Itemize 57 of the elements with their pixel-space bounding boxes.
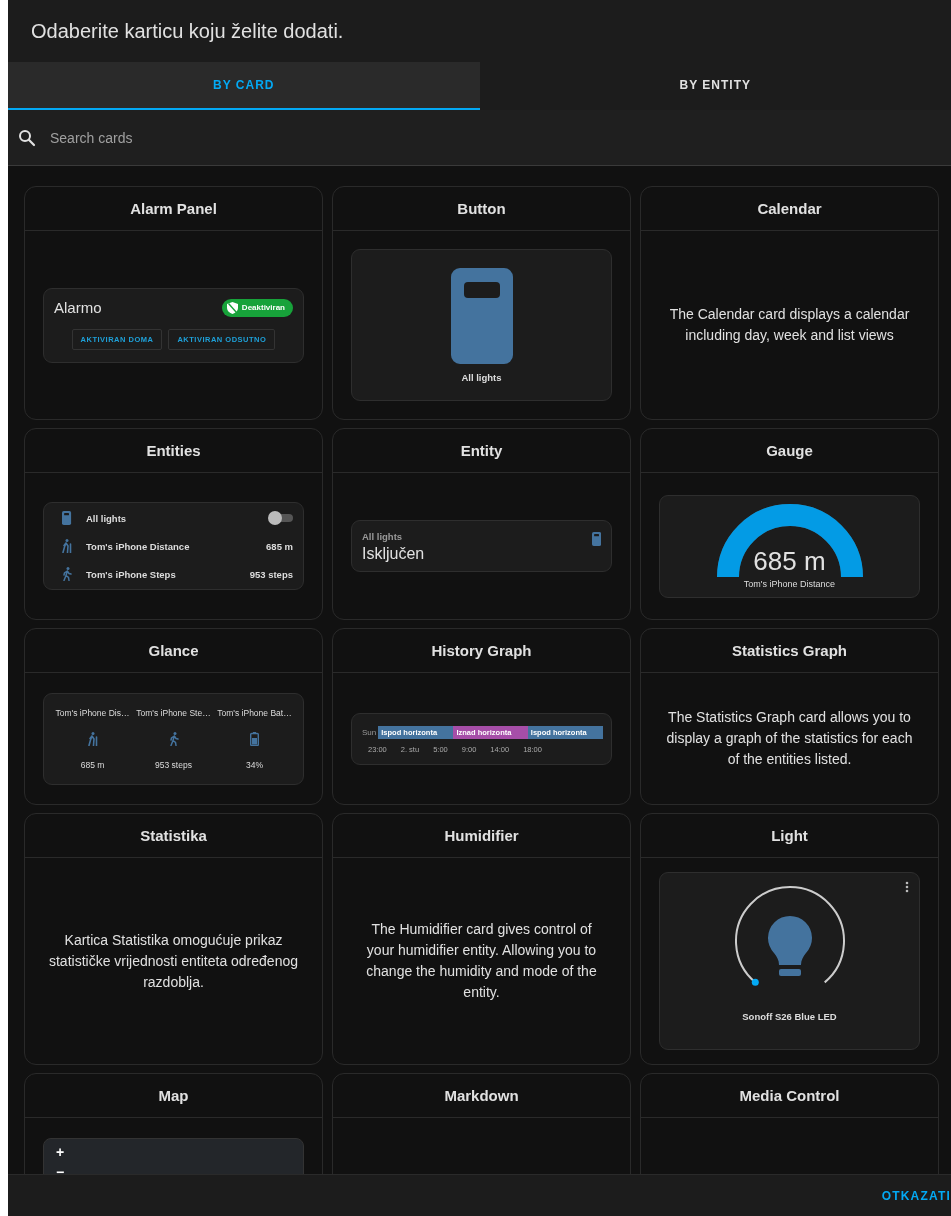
- entity-value: 953 steps: [249, 568, 293, 580]
- glance-value: 685 m: [80, 759, 105, 770]
- row-label: Sun: [362, 727, 377, 737]
- hiker-icon: [61, 539, 73, 553]
- gauge-label: Tom's iPhone Distance: [743, 578, 836, 589]
- glance-name: Tom's iPhone Bat…: [217, 707, 292, 718]
- glance-value: 953 steps: [155, 759, 192, 770]
- card-title: Light: [771, 827, 808, 844]
- switch-icon: [591, 532, 601, 546]
- card-title: Button: [457, 200, 506, 217]
- card-title: Alarm Panel: [130, 200, 217, 217]
- card-description: The Humidifier card gives control of your humidifier entity. Allowing you to change the humidity and mode of the entity.: [365, 920, 598, 1002]
- switch-icon: [62, 511, 72, 525]
- battery-icon: [250, 731, 259, 746]
- status-badge: Deaktiviran: [221, 298, 293, 317]
- card-title: Statistics Graph: [731, 642, 847, 659]
- zoom-out-button[interactable]: −: [50, 1163, 70, 1174]
- gauge-value: 685 m: [753, 545, 826, 577]
- card-title: Calendar: [757, 200, 822, 217]
- card-title: Humidifier: [444, 827, 519, 844]
- entity-value: 685 m: [266, 540, 293, 552]
- cancel-button[interactable]: OTKAZATI: [873, 1182, 951, 1209]
- hiker-icon: [86, 731, 99, 746]
- entity-name: Tom's iPhone Steps: [86, 568, 177, 580]
- switch-icon: [450, 267, 513, 364]
- entity-name: Tom's iPhone Distance: [86, 540, 191, 552]
- walker-icon: [167, 731, 180, 746]
- shield-icon: [226, 301, 238, 314]
- glance-value: 34%: [246, 759, 263, 770]
- glance-name: Tom's iPhone Ste…: [136, 707, 211, 718]
- more-options-icon[interactable]: [905, 881, 909, 893]
- glance-name: Tom's iPhone Dis…: [55, 707, 130, 718]
- zoom-in-button[interactable]: +: [50, 1143, 70, 1161]
- card-title: Media Control: [739, 1087, 840, 1104]
- light-name: Sonoff S26 Blue LED: [742, 1011, 837, 1022]
- card-description: The Calendar card displays a calendar including day, week and list views: [668, 305, 911, 345]
- button-label: All lights: [461, 371, 502, 383]
- card-title: History Graph: [431, 642, 532, 659]
- card-title: Entities: [146, 442, 201, 459]
- search-icon: [18, 128, 36, 147]
- card-description: Kartica Statistika omogućuje prikaz statističke vrijednosti entiteta određenog razdoblja.: [48, 930, 299, 992]
- entity-state: Isključen: [362, 545, 426, 563]
- toggle-switch[interactable]: [269, 514, 293, 522]
- card-title: Map: [158, 1087, 189, 1104]
- tab[interactable]: BY CARD: [8, 62, 480, 110]
- dialog-title: Odaberite karticu koju želite dodati.: [31, 19, 344, 43]
- search-field[interactable]: Search cards: [48, 128, 941, 147]
- card-title: Glance: [148, 642, 199, 659]
- alarm-name: Alarmo: [54, 299, 102, 316]
- card-title: Statistika: [140, 827, 207, 844]
- walker-icon: [61, 567, 73, 581]
- card-description: The Statistics Graph card allows you to display a graph of the statistics for each of the entities listed.: [665, 708, 914, 769]
- card-title: Entity: [460, 442, 503, 459]
- card-title: Markdown: [444, 1087, 519, 1104]
- entity-name: All lights: [86, 512, 128, 524]
- card-title: Gauge: [766, 442, 813, 459]
- entity-name: All lights: [362, 531, 403, 542]
